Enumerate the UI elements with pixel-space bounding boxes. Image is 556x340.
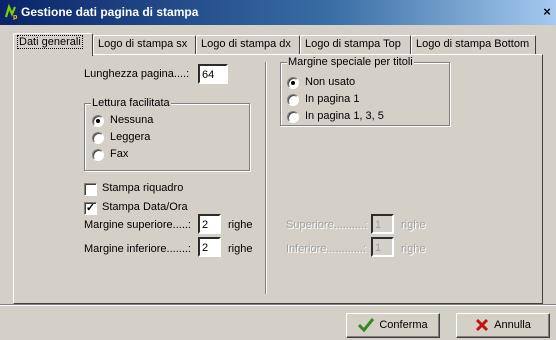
confirm-label: Conferma (379, 319, 428, 331)
dialog-window: p Gestione dati pagina di stampa × Dati … (0, 0, 556, 340)
tab-label: Logo di stampa Top (305, 38, 401, 50)
radio-indicator (92, 115, 104, 127)
tab-label: Dati generali (17, 35, 83, 49)
footer-separator (0, 304, 556, 306)
inferiore-unit: righe (401, 243, 426, 255)
title-bar[interactable]: p Gestione dati pagina di stampa × (0, 0, 556, 25)
bottom-margin-unit: righe (228, 243, 253, 255)
checkmark-icon: ✓ (84, 202, 97, 215)
top-margin-label: Margine superiore.....: (84, 219, 191, 231)
radio-label: Non usato (305, 76, 356, 88)
checkbox-box (84, 183, 97, 196)
radio-indicator (287, 77, 299, 89)
x-icon (476, 319, 489, 332)
superiore-label: Superiore..........: (286, 219, 368, 231)
radio-indicator (287, 111, 299, 123)
superiore-input[interactable]: 1 (371, 214, 394, 234)
tab-logo-dx[interactable]: Logo di stampa dx (196, 35, 300, 55)
app-icon: p (4, 4, 17, 20)
column-separator (265, 62, 267, 294)
tab-dati-generali[interactable]: Dati generali (13, 33, 93, 56)
radio-label: Nessuna (110, 114, 154, 126)
tab-logo-top[interactable]: Logo di stampa Top (300, 35, 411, 55)
svg-text:p: p (13, 14, 17, 20)
checkmark-icon (358, 318, 375, 333)
titles-margin-legend: Margine speciale per titoli (287, 56, 414, 68)
cancel-label: Annulla (494, 319, 531, 331)
radio-indicator (92, 132, 104, 144)
tab-label: Logo di stampa dx (201, 38, 291, 50)
tab-label: Logo di stampa Bottom (416, 38, 530, 50)
radio-label: Fax (110, 148, 129, 160)
reading-groupbox: Lettura facilitata (84, 97, 250, 171)
tab-logo-bottom[interactable]: Logo di stampa Bottom (411, 35, 536, 55)
bottom-margin-label: Margine inferiore.......: (84, 243, 191, 255)
cancel-button[interactable]: Annulla (456, 313, 550, 338)
confirm-button[interactable]: Conferma (346, 313, 440, 338)
radio-indicator (287, 94, 299, 106)
radio-label: Leggera (110, 131, 151, 143)
bottom-margin-input[interactable]: 2 (198, 237, 221, 257)
tab-logo-sx[interactable]: Logo di stampa sx (93, 35, 196, 55)
radio-label: In pagina 1 (305, 93, 360, 105)
window-title: Gestione dati pagina di stampa (21, 5, 199, 19)
checkbox-label: Stampa Data/Ora (102, 201, 188, 213)
inferiore-label: Inferiore............: (286, 243, 367, 255)
radio-indicator (92, 149, 104, 161)
radio-label: In pagina 1, 3, 5 (305, 110, 384, 122)
reading-group-legend: Lettura facilitata (91, 97, 171, 109)
top-margin-unit: righe (228, 219, 253, 231)
top-margin-input[interactable]: 2 (198, 214, 221, 234)
superiore-unit: righe (401, 219, 426, 231)
tab-panel (13, 54, 543, 304)
tab-label: Logo di stampa sx (98, 38, 188, 50)
page-length-label: Lunghezza pagina....: (84, 68, 190, 80)
close-button[interactable]: × (540, 5, 554, 19)
inferiore-input[interactable]: 1 (371, 237, 394, 257)
checkbox-label: Stampa riquadro (102, 182, 184, 194)
page-length-input[interactable]: 64 (198, 64, 228, 84)
